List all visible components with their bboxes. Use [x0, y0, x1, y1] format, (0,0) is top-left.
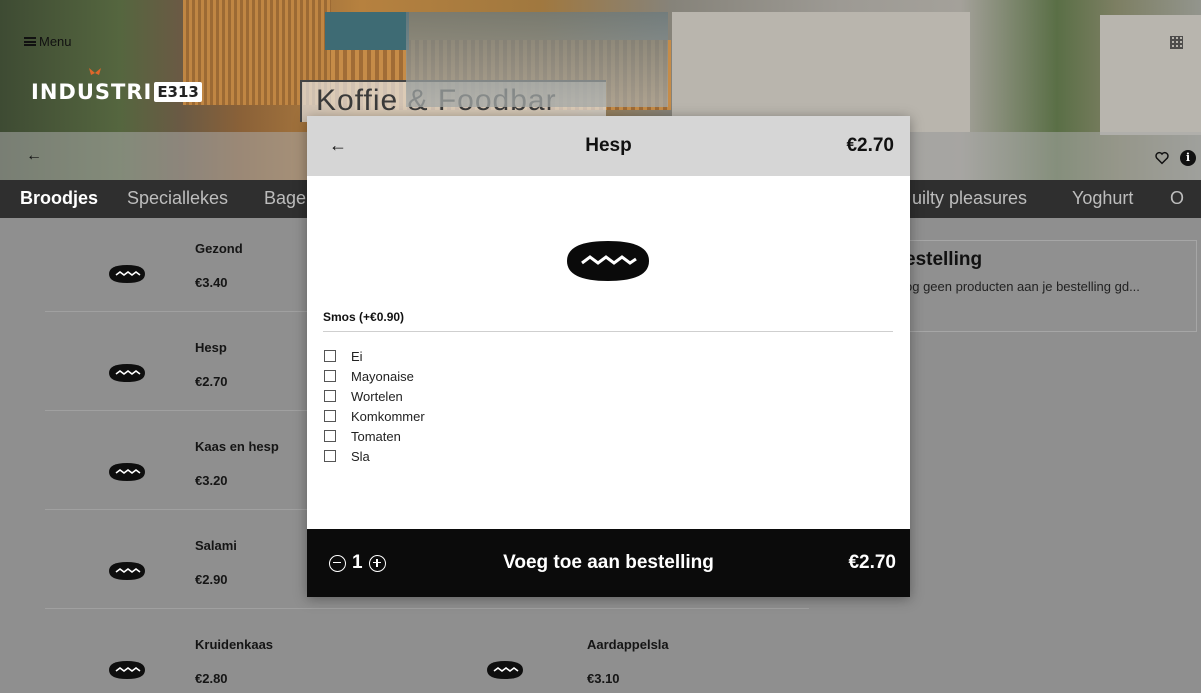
checkbox[interactable]	[324, 430, 336, 442]
option-label: Tomaten	[351, 428, 401, 444]
product-price: €3.40	[195, 275, 228, 290]
product-price: €2.80	[195, 671, 228, 686]
product-modal: Hesp ← €2.70 Smos (+€0.90) Ei Mayonaise …	[307, 116, 910, 597]
option-wortelen[interactable]: Wortelen	[324, 386, 425, 406]
menu-label: Menu	[39, 34, 72, 49]
modal-header: Hesp ← €2.70	[307, 116, 910, 176]
facade-building-right	[1100, 15, 1201, 135]
product-name: Salami	[195, 538, 237, 553]
option-tomaten[interactable]: Tomaten	[324, 426, 425, 446]
modal-title: Hesp	[585, 135, 632, 156]
logo-text: INDUSTRI	[31, 80, 153, 104]
footer-total-price: €2.70	[848, 552, 896, 573]
logo-box: E313	[154, 82, 202, 102]
hamburger-icon	[24, 37, 36, 46]
option-section-label: Smos (+€0.90)	[323, 310, 893, 332]
sandwich-icon	[109, 661, 145, 679]
sandwich-icon	[567, 241, 649, 281]
product-price: €2.90	[195, 572, 228, 587]
sandwich-icon	[109, 463, 145, 481]
order-title: estelling	[905, 249, 983, 270]
option-label: Wortelen	[351, 388, 403, 404]
sandwich-icon	[109, 364, 145, 382]
option-mayonaise[interactable]: Mayonaise	[324, 366, 425, 386]
product-price: €3.20	[195, 473, 228, 488]
brand-logo: INDUSTRI E313	[31, 68, 202, 104]
sandwich-icon	[109, 562, 145, 580]
option-label: Komkommer	[351, 408, 425, 424]
checkbox[interactable]	[324, 370, 336, 382]
product-price: €3.10	[587, 671, 620, 686]
modal-footer: Voeg toe aan bestelling 1 €2.70	[307, 529, 910, 597]
option-label: Ei	[351, 348, 363, 364]
product-item[interactable]: Kruidenkaas €2.80	[45, 609, 425, 693]
add-to-order-button[interactable]: Voeg toe aan bestelling	[307, 552, 910, 574]
sandwich-icon	[109, 265, 145, 283]
product-price: €2.70	[195, 374, 228, 389]
info-icon[interactable]: i	[1180, 150, 1196, 166]
checkbox[interactable]	[324, 450, 336, 462]
product-name: Gezond	[195, 241, 243, 256]
product-name: Kruidenkaas	[195, 637, 274, 652]
facade-concrete	[672, 12, 970, 132]
plus-circle-icon[interactable]	[368, 554, 386, 572]
option-komkommer[interactable]: Komkommer	[324, 406, 425, 426]
menu-button[interactable]: Menu	[24, 34, 72, 49]
back-arrow-icon[interactable]: ←	[26, 147, 42, 165]
option-ei[interactable]: Ei	[324, 346, 425, 366]
option-label: Mayonaise	[351, 368, 414, 384]
option-list: Ei Mayonaise Wortelen Komkommer Tomaten …	[324, 346, 425, 466]
product-name: Kaas en hesp	[195, 439, 279, 454]
quantity-stepper: 1	[329, 552, 386, 574]
product-item[interactable]: Aardappelsla €3.10	[423, 609, 803, 693]
facade-window	[325, 12, 409, 50]
tab-yoghurt[interactable]: Yoghurt	[1072, 188, 1133, 209]
checkbox[interactable]	[324, 390, 336, 402]
qr-code-icon[interactable]	[1170, 36, 1183, 49]
tab-bagels[interactable]: Bage	[264, 188, 306, 209]
checkbox[interactable]	[324, 410, 336, 422]
product-name: Aardappelsla	[587, 637, 669, 652]
order-panel: estelling og geen producten aan je beste…	[880, 240, 1197, 332]
quantity-value: 1	[352, 552, 363, 573]
checkbox[interactable]	[324, 350, 336, 362]
modal-back-icon[interactable]: ←	[329, 135, 347, 156]
heart-icon[interactable]	[1154, 150, 1170, 166]
tab-broodjes[interactable]: Broodjes	[20, 188, 98, 209]
tab-speciallekes[interactable]: Speciallekes	[127, 188, 228, 209]
sandwich-icon	[487, 661, 523, 679]
minus-circle-icon[interactable]	[329, 554, 346, 572]
option-sla[interactable]: Sla	[324, 446, 425, 466]
tab-guilty-pleasures[interactable]: uilty pleasures	[912, 188, 1027, 209]
modal-price: €2.70	[846, 135, 894, 156]
option-label: Sla	[351, 448, 370, 464]
tab-other[interactable]: O	[1170, 188, 1184, 209]
product-name: Hesp	[195, 340, 227, 355]
order-empty-text: og geen producten aan je bestelling gd..…	[905, 279, 1140, 294]
butterfly-icon	[89, 68, 101, 75]
